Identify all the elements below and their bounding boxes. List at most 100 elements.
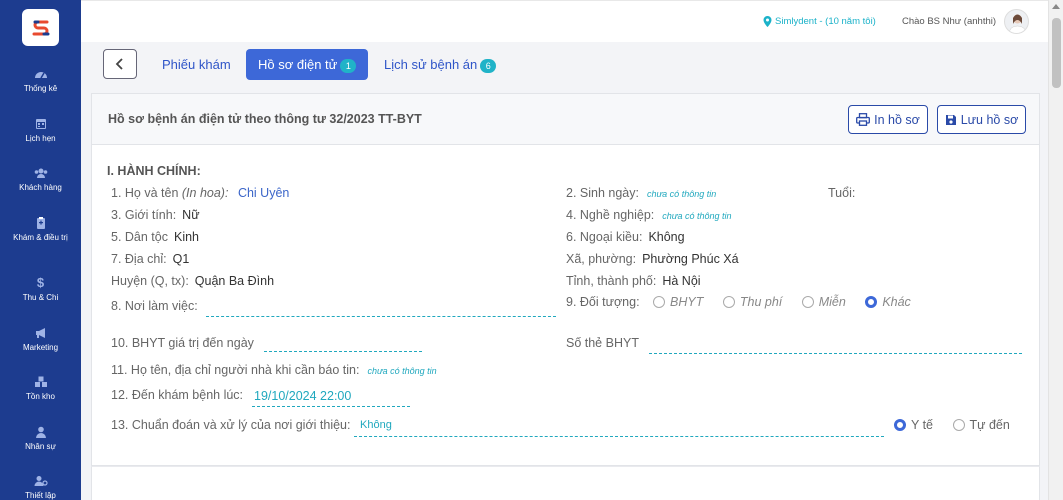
field-label: 7. Địa chỉ: (111, 252, 167, 266)
relative-contact-value[interactable]: chưa có thông tin (367, 366, 436, 376)
sidebar-item-treatment[interactable]: Khám & điều trị (0, 217, 81, 243)
field-gender: 3. Giới tính: Nữ (111, 208, 200, 222)
dollar-icon: $ (36, 275, 45, 290)
field-ward: Xã, phường: Phường Phúc Xá (566, 252, 739, 266)
clinic-location[interactable]: Simlydent - (10 năm tôi) (763, 16, 876, 27)
radio-label: Thu phí (739, 295, 783, 309)
field-referral-source: Y tế Tự đến (884, 418, 1010, 432)
megaphone-icon (35, 328, 45, 338)
field-occupation: 4. Nghề nghiệp: chưa có thông tin (566, 208, 732, 222)
field-visit-time: 12. Đến khám bệnh lúc: (111, 388, 243, 402)
top-bar: Simlydent - (10 năm tôi) Chào BS Như (an… (81, 0, 1063, 42)
page-scrollbar[interactable] (1048, 0, 1063, 500)
field-label: Xã, phường: (566, 252, 637, 266)
field-label: 3. Giới tính: (111, 208, 177, 222)
avatar[interactable] (1004, 9, 1029, 34)
sidebar-item-settings[interactable]: Thiết lập (0, 475, 81, 500)
user-greeting: Chào BS Như (anhthi) (902, 16, 997, 27)
scroll-thumb[interactable] (1052, 18, 1061, 88)
district-value[interactable]: Quận Ba Đình (195, 274, 274, 288)
field-label: 1. Họ và tên (111, 186, 179, 200)
field-hint: (In hoa): (181, 186, 229, 200)
clinic-location-text: Simlydent - (10 năm tôi) (775, 16, 876, 27)
foreigner-value[interactable]: Không (648, 230, 684, 244)
field-label: 4. Nghề nghiệp: (566, 208, 655, 222)
map-pin-icon (763, 16, 772, 27)
field-label: 13. Chuẩn đoán và xử lý của nơi giới thi… (111, 418, 351, 432)
tab-exam-form[interactable]: Phiếu khám (150, 49, 243, 80)
field-beneficiary-type: 9. Đối tượng: BHYT Thu phí Miễn Khác (566, 295, 911, 309)
field-label: Huyện (Q, tx): (111, 274, 189, 288)
gender-value[interactable]: Nữ (182, 208, 199, 222)
radio-bhyt[interactable] (653, 296, 666, 308)
field-referral-diagnosis: 13. Chuẩn đoán và xử lý của nơi giới thi… (111, 418, 350, 432)
save-record-button[interactable]: Lưu hồ sơ (937, 105, 1026, 134)
tab-medical-history[interactable]: Lịch sử bệnh án 6 (372, 49, 508, 80)
save-label: Lưu hồ sơ (960, 112, 1019, 127)
radio-label: BHYT (670, 295, 704, 309)
visit-time-input[interactable] (252, 406, 410, 407)
field-label: 10. BHYT giá trị đến ngày (111, 336, 254, 350)
radio-medical[interactable] (894, 419, 906, 431)
sidebar-item-label: Nhân sự (25, 442, 56, 451)
dob-value[interactable]: chưa có thông tin (647, 189, 716, 199)
radio-self[interactable] (952, 419, 965, 431)
field-province: Tỉnh, thành phố: Hà Nội (566, 274, 701, 288)
sidebar-item-label: Thu & Chi (22, 293, 59, 302)
card-title: Hồ sơ bệnh án điện tử theo thông tư 32/2… (108, 112, 422, 126)
sidebar-item-label: Tồn kho (26, 392, 55, 401)
sidebar-item-inventory[interactable]: Tồn kho (0, 376, 81, 402)
bhyt-expiry-input[interactable] (264, 351, 422, 352)
sidebar-item-appointments[interactable]: Lịch hẹn (0, 118, 81, 144)
field-foreigner: 6. Ngoại kiều: Không (566, 230, 685, 244)
field-label: 12. Đến khám bệnh lúc: (111, 388, 244, 402)
workplace-input[interactable] (206, 316, 556, 317)
calendar-icon (35, 119, 46, 129)
field-address: 7. Địa chỉ: Q1 (111, 252, 189, 266)
field-label: 8. Nơi làm việc: (111, 299, 198, 313)
visit-time-value[interactable]: 19/10/2024 22:00 (254, 389, 351, 403)
clipboard-icon (36, 217, 45, 229)
field-bhyt-card: Số thẻ BHYT (566, 336, 639, 350)
back-button[interactable] (103, 49, 137, 79)
ethnicity-value[interactable]: Kinh (174, 230, 199, 244)
address-value[interactable]: Q1 (173, 252, 190, 266)
referral-diagnosis-value[interactable]: Không (360, 419, 392, 431)
sidebar-item-customers[interactable]: Khách hàng (0, 167, 81, 193)
bhyt-card-input[interactable] (649, 353, 1022, 354)
section-title-administrative: I. HÀNH CHÍNH: (107, 164, 201, 178)
radio-label: Miễn (818, 295, 846, 309)
ward-value[interactable]: Phường Phúc Xá (642, 252, 738, 266)
radio-label: Y tế (911, 418, 934, 432)
scroll-up-arrow-icon[interactable] (1052, 4, 1060, 9)
chevron-left-icon (115, 58, 123, 70)
radio-other[interactable] (865, 296, 878, 308)
radio-fee[interactable] (722, 296, 735, 308)
field-ethnicity: 5. Dân tộc Kinh (111, 230, 199, 244)
full-name-value[interactable]: Chi Uyên (238, 186, 289, 200)
field-age: Tuổi: (828, 186, 855, 200)
sidebar-item-label: Marketing (22, 343, 59, 352)
sidebar-item-finance[interactable]: $ Thu & Chi (0, 275, 81, 303)
radio-exempt[interactable] (801, 296, 814, 308)
sidebar-item-marketing[interactable]: Marketing (0, 327, 81, 353)
sidebar-item-staff[interactable]: Nhân sự (0, 426, 81, 452)
app-logo[interactable] (22, 9, 59, 46)
field-label: Số thẻ BHYT (566, 336, 639, 350)
sidebar-item-dashboard[interactable]: Thống kê (0, 68, 81, 94)
field-label: 5. Dân tộc (111, 230, 168, 244)
count-badge: 1 (340, 58, 357, 73)
field-relative-contact: 11. Họ tên, địa chỉ người nhà khi cần bá… (111, 363, 437, 377)
print-record-button[interactable]: In hồ sơ (848, 105, 928, 134)
person-icon (35, 426, 46, 438)
tab-electronic-record[interactable]: Hồ sơ điện tử 1 (246, 49, 369, 80)
province-value[interactable]: Hà Nội (662, 274, 700, 288)
occupation-value[interactable]: chưa có thông tin (662, 211, 731, 221)
users-icon (34, 168, 47, 178)
sidebar: Thống kê Lịch hẹn Khách hàng Khám & điều… (0, 0, 81, 500)
sidebar-item-label: Khách hàng (19, 183, 62, 192)
floppy-disk-icon (945, 114, 956, 125)
card-header: Hồ sơ bệnh án điện tử theo thông tư 32/2… (91, 93, 1040, 144)
tab-label: Phiếu khám (162, 57, 231, 72)
referral-diagnosis-input[interactable] (354, 436, 884, 437)
